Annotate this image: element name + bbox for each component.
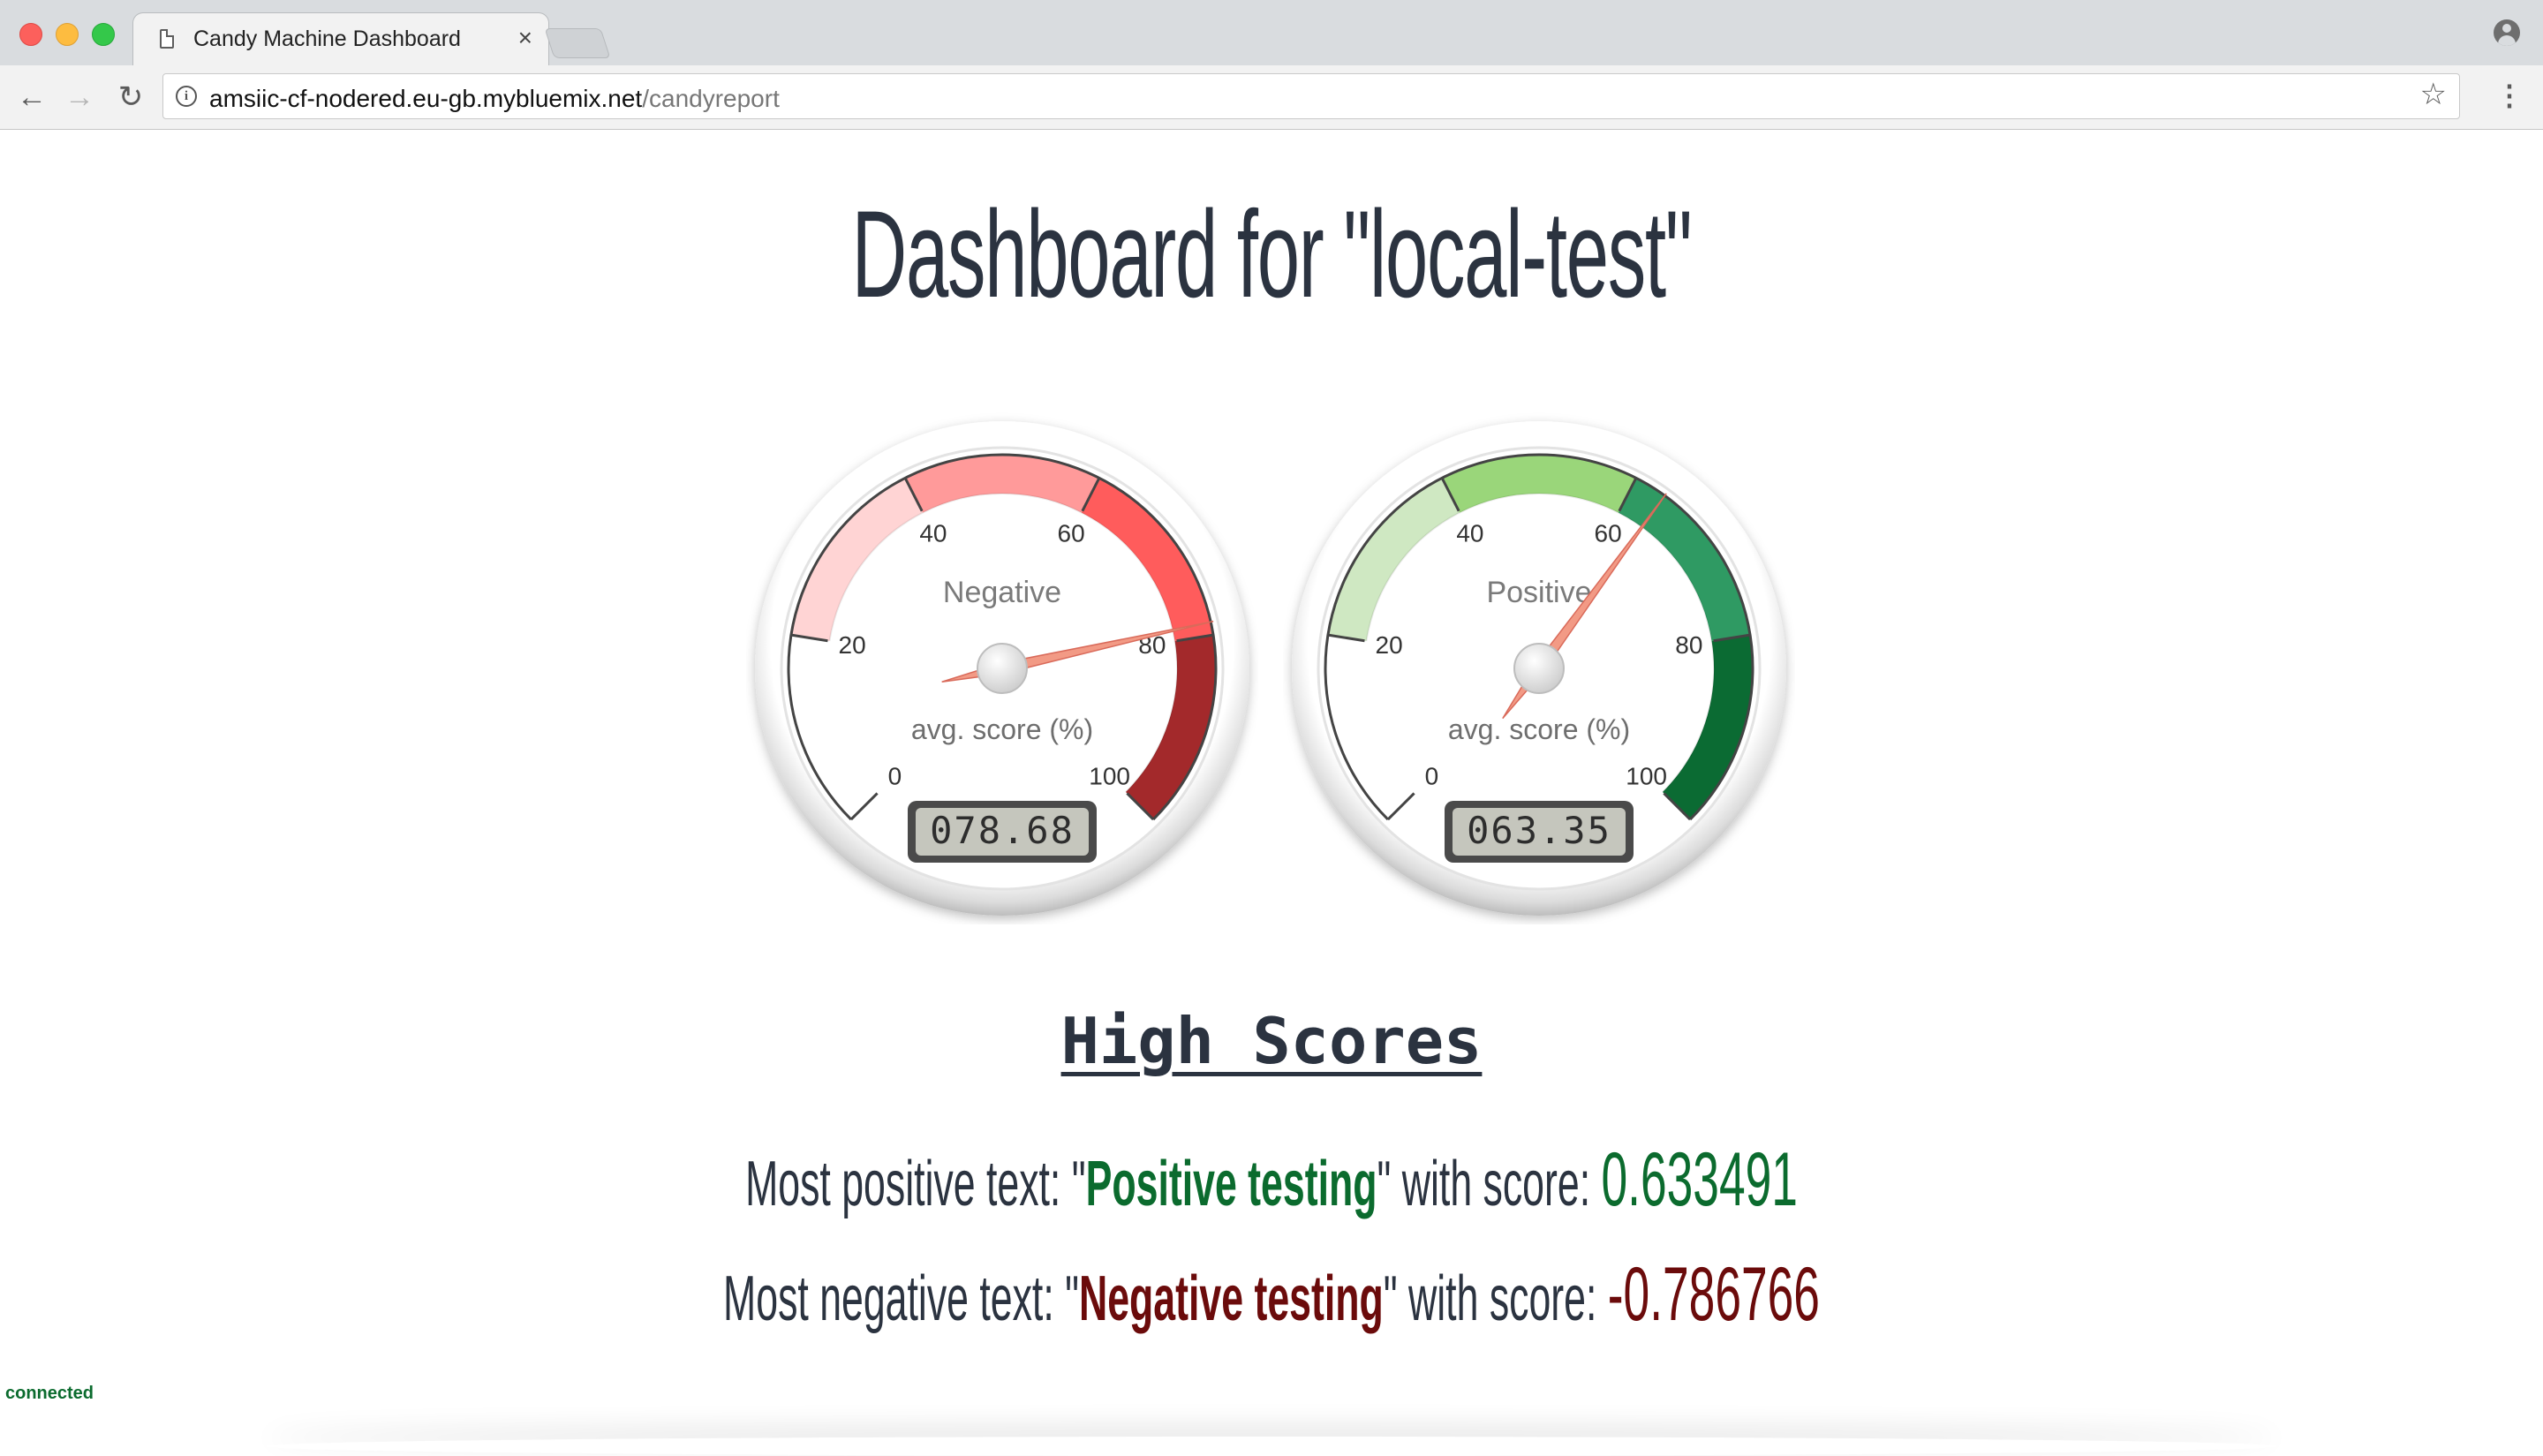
maximize-window-button[interactable] [92, 23, 115, 46]
browser-menu-icon[interactable]: ⋮ [2495, 81, 2524, 109]
browser-tab[interactable]: Candy Machine Dashboard × [132, 12, 549, 66]
gauge-tick-label: 40 [919, 520, 947, 547]
close-quote: " [1383, 1264, 1398, 1334]
most-positive-score: 0.633491 [1601, 1137, 1798, 1222]
new-tab-button[interactable] [544, 28, 611, 58]
gauge-tick-label: 40 [1456, 520, 1483, 547]
tab-title: Candy Machine Dashboard [193, 26, 461, 51]
gauge-band [1442, 455, 1636, 513]
most-negative-prefix: Most negative text: [723, 1264, 1066, 1334]
most-positive-line: Most positive text: "Positive testing" w… [483, 1136, 2060, 1224]
address-bar[interactable]: i amsiic-cf-nodered.eu-gb.mybluemix.net/… [162, 73, 2460, 119]
bookmark-star-icon[interactable]: ☆ [2420, 79, 2447, 109]
open-quote: " [1065, 1264, 1079, 1334]
negative-gauge: 0 20 40 60 80 100 Negative avg. score (%) 078.68 [746, 412, 1258, 924]
gauge-svg: 02040 6080100Negativeavg. score (%)078.68 [755, 421, 1249, 916]
page-content: Dashboard for "local-test" 0 20 40 60 80 100 N… [0, 130, 2543, 1455]
score-label: with score: [1397, 1264, 1608, 1334]
profile-icon[interactable] [2494, 19, 2520, 46]
open-quote: " [1071, 1149, 1086, 1219]
gauge-unit-label: avg. score (%) [911, 713, 1093, 745]
lcd-value: 078.68 [930, 809, 1075, 852]
info-icon[interactable]: i [176, 86, 197, 107]
gauge-hub [977, 643, 1028, 694]
most-negative-score: -0.786766 [1607, 1252, 1820, 1337]
forward-button[interactable]: → [62, 79, 97, 115]
gauge-hub [1513, 643, 1565, 694]
high-scores-title: High Scores [1060, 1004, 1483, 1078]
most-positive-text: Positive testing [1085, 1149, 1377, 1219]
gauge-tick-label: 20 [839, 631, 866, 659]
gauge-tick-label: 80 [1675, 631, 1702, 659]
browser-toolbar: ← → ↻ i amsiic-cf-nodered.eu-gb.mybluemi… [0, 65, 2543, 130]
gauge-tick-label: 20 [1376, 631, 1403, 659]
score-label: with score: [1391, 1149, 1602, 1219]
page-title: Dashboard for "local-test" [851, 185, 1693, 323]
gauge-svg: 0 20 40 60 80 100 Positive avg. score (%) 063.35 [1292, 421, 1786, 916]
page-icon [160, 29, 174, 49]
window-titlebar: Candy Machine Dashboard × [0, 0, 2543, 66]
gauge-title: Positive [1486, 576, 1591, 609]
gauge-band [905, 455, 1099, 513]
gauge-tick-label: 60 [1595, 520, 1622, 547]
reload-button[interactable]: ↻ [113, 79, 148, 115]
gauge-tick-label: 100 [1089, 763, 1130, 790]
minimize-window-button[interactable] [56, 23, 79, 46]
gauge-tick-label: 0 [888, 763, 902, 790]
footer-shadow [265, 1437, 2278, 1456]
gauge-tick-label: 0 [1425, 763, 1439, 790]
close-quote: " [1377, 1149, 1392, 1219]
gauge-unit-label: avg. score (%) [1448, 713, 1630, 745]
tab-close-icon[interactable]: × [518, 26, 532, 50]
gauge-title: Negative [943, 576, 1061, 609]
most-negative-line: Most negative text: "Negative testing" w… [483, 1251, 2060, 1339]
back-button[interactable]: ← [14, 79, 49, 115]
most-positive-prefix: Most positive text: [745, 1149, 1072, 1219]
positive-gauge: 0 20 40 60 80 100 Positive avg. score (%) 063.35 [1283, 412, 1795, 924]
connection-status: connected [5, 1384, 94, 1403]
url-text[interactable]: amsiic-cf-nodered.eu-gb.mybluemix.net/ca… [209, 85, 780, 113]
lcd-value: 063.35 [1467, 809, 1611, 852]
gauge-tick-label: 100 [1626, 763, 1667, 790]
most-negative-text: Negative testing [1078, 1264, 1384, 1334]
close-window-button[interactable] [19, 23, 42, 46]
gauge-tick-label: 60 [1058, 520, 1085, 547]
